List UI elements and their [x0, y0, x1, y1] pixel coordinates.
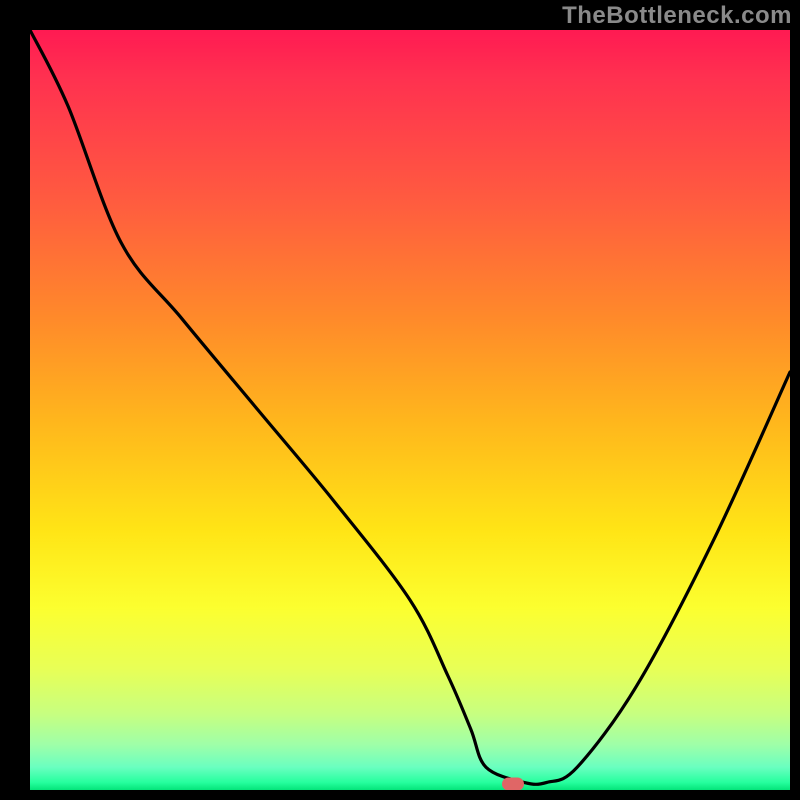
chart-container: TheBottleneck.com [0, 0, 800, 800]
optimal-point-marker [502, 777, 524, 790]
bottleneck-curve [30, 30, 790, 790]
watermark-text: TheBottleneck.com [562, 2, 792, 30]
plot-area [30, 30, 790, 790]
